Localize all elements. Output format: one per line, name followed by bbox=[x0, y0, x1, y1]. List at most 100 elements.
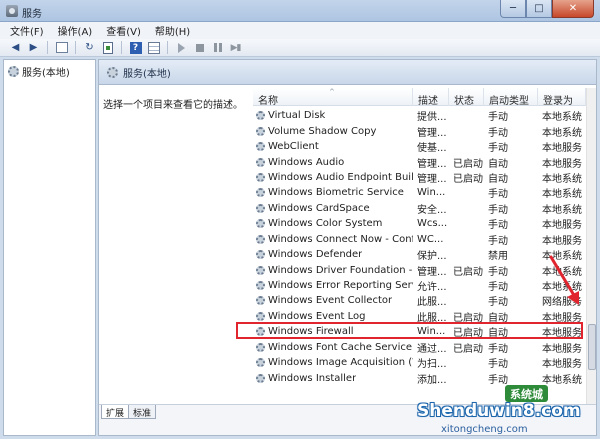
service-name: Windows Biometric Service bbox=[268, 187, 404, 199]
toolbar-separator bbox=[75, 41, 76, 54]
gear-icon bbox=[256, 111, 265, 121]
table-row[interactable]: Virtual Disk 提供... 手动 本地系统 bbox=[253, 108, 586, 123]
console-tree-icon bbox=[55, 42, 68, 53]
service-description: 管理... bbox=[417, 266, 447, 278]
table-row[interactable]: Windows Image Acquisition (WI... 为扫... 手动 本… bbox=[253, 355, 586, 370]
title-bar: 服务 ─ □ ✕ bbox=[0, 0, 600, 22]
service-name: Windows Event Log bbox=[268, 310, 366, 322]
service-name: Windows CardSpace bbox=[268, 202, 370, 214]
stop-service-button[interactable] bbox=[192, 41, 207, 55]
service-description: 保护... bbox=[417, 251, 447, 263]
table-row[interactable]: Windows Installer 添加... 手动 本地系统 bbox=[253, 370, 586, 386]
watermark-sub-text: xitongcheng.com bbox=[441, 424, 528, 435]
service-name-cell: Windows Event Log bbox=[253, 311, 413, 322]
properties-button[interactable] bbox=[146, 41, 161, 55]
service-description: 管理... bbox=[417, 127, 447, 139]
menu-help[interactable]: 帮助(H) bbox=[155, 23, 190, 38]
service-log-on-as: 本地服务 bbox=[542, 343, 582, 355]
service-name: Windows Event Collector bbox=[268, 295, 393, 307]
tree-node-services-local[interactable]: 服务(本地) bbox=[8, 64, 70, 79]
console-tree-button[interactable] bbox=[54, 41, 69, 55]
properties-icon bbox=[147, 41, 160, 54]
column-log-on-as[interactable]: 登录为 bbox=[538, 88, 586, 107]
table-row[interactable]: Windows Connect Now - Confi... WC... 手动 本地服… bbox=[253, 232, 586, 247]
column-name[interactable]: 名称 ^ bbox=[253, 88, 413, 107]
service-startup-type: 手动 bbox=[488, 374, 508, 386]
services-list[interactable]: 名称 ^ 描述 状态 启动类型 登录为 Virtual Disk 提供... 手动本… bbox=[253, 88, 596, 404]
table-row[interactable]: Windows Biometric Service Win... 手动 本地系统 bbox=[253, 185, 586, 200]
services-app-icon bbox=[6, 5, 18, 17]
gear-icon bbox=[256, 188, 265, 198]
play-icon bbox=[178, 42, 185, 53]
service-name: Windows Installer bbox=[268, 372, 357, 384]
service-log-on-as: 本地系统 bbox=[542, 127, 582, 139]
gear-icon bbox=[256, 234, 265, 244]
service-name: Windows Error Reporting Service bbox=[268, 280, 413, 292]
service-startup-type: 手动 bbox=[488, 235, 508, 247]
table-row[interactable]: Volume Shadow Copy 管理... 手动 本地系统 bbox=[253, 123, 586, 139]
annotation-arrow-icon bbox=[549, 255, 579, 305]
service-status: 已启动 bbox=[453, 343, 483, 355]
column-label: 名称 bbox=[258, 96, 278, 107]
back-button[interactable]: ◀ bbox=[8, 41, 23, 55]
service-status: 已启动 bbox=[453, 158, 483, 170]
forward-button[interactable]: ▶ bbox=[26, 41, 41, 55]
refresh-button[interactable]: ↻ bbox=[82, 41, 97, 55]
service-name: Windows Audio Endpoint Builder bbox=[268, 171, 413, 183]
menu-view[interactable]: 查看(V) bbox=[106, 23, 141, 38]
menu-file[interactable]: 文件(F) bbox=[10, 23, 44, 38]
service-log-on-as: 本地系统 bbox=[542, 374, 582, 386]
console-tree: 服务(本地) bbox=[3, 59, 96, 436]
service-startup-type: 手动 bbox=[488, 127, 508, 139]
restart-service-button[interactable]: ▶▮ bbox=[228, 41, 243, 55]
service-name-cell: Windows Audio bbox=[253, 157, 413, 168]
table-row[interactable]: Windows CardSpace 安全... 手动 本地系统 bbox=[253, 201, 586, 216]
table-row[interactable]: Windows Audio Endpoint Builder 管理... 已启动自动… bbox=[253, 170, 586, 185]
tab-standard[interactable]: 标准 bbox=[128, 405, 157, 419]
service-startup-type: 手动 bbox=[488, 143, 508, 155]
minimize-button[interactable]: ─ bbox=[500, 0, 526, 18]
help-button[interactable]: ? bbox=[128, 41, 143, 55]
service-description: Wcs... bbox=[417, 218, 448, 230]
service-description: 允许... bbox=[417, 282, 447, 294]
gear-icon bbox=[256, 203, 265, 213]
table-row[interactable]: Windows Defender 保护... 禁用 本地系统 bbox=[253, 247, 586, 262]
close-button[interactable]: ✕ bbox=[552, 0, 594, 18]
service-description: 提供... bbox=[417, 112, 447, 124]
toolbar-separator bbox=[167, 41, 168, 54]
service-description: Win... bbox=[417, 187, 446, 199]
table-row[interactable]: WebClient 使基... 手动 本地服务 bbox=[253, 139, 586, 154]
service-name-cell: Windows Audio Endpoint Builder bbox=[253, 172, 413, 183]
table-row[interactable]: Windows Event Collector 此服... 手动 网络服务 bbox=[253, 293, 586, 308]
table-row[interactable]: Windows Color System Wcs... 手动 本地服务 bbox=[253, 216, 586, 231]
table-row[interactable]: Windows Error Reporting Service允许...手动本地… bbox=[253, 278, 586, 293]
service-status: 已启动 bbox=[453, 173, 483, 185]
export-list-button[interactable] bbox=[100, 41, 115, 55]
column-description[interactable]: 描述 bbox=[413, 88, 449, 107]
menu-action[interactable]: 操作(A) bbox=[58, 23, 93, 38]
gear-icon bbox=[256, 265, 265, 275]
service-name-cell: Virtual Disk bbox=[253, 110, 413, 121]
service-description: WC... bbox=[417, 233, 444, 245]
service-log-on-as: 本地系统 bbox=[542, 173, 582, 185]
table-row[interactable]: Windows Driver Foundation - U... 管理... 已启动… bbox=[253, 262, 586, 278]
maximize-button[interactable]: □ bbox=[526, 0, 552, 18]
service-startup-type: 手动 bbox=[488, 297, 508, 309]
tree-node-label: 服务(本地) bbox=[22, 68, 70, 79]
table-row[interactable]: Windows Font Cache Service 通过... 已启动 手动 本地服务 bbox=[253, 340, 586, 355]
column-startup-type[interactable]: 启动类型 bbox=[484, 88, 538, 107]
tab-extended[interactable]: 扩展 bbox=[101, 405, 130, 419]
gear-icon bbox=[8, 66, 19, 77]
table-row[interactable]: Windows Audio 管理... 已启动 自动 本地服务 bbox=[253, 154, 586, 170]
service-startup-type: 禁用 bbox=[488, 251, 508, 263]
service-startup-type: 手动 bbox=[488, 189, 508, 201]
vertical-scrollbar[interactable] bbox=[586, 88, 596, 404]
start-service-button[interactable] bbox=[174, 41, 189, 55]
service-description: 管理... bbox=[417, 158, 447, 170]
service-name: Volume Shadow Copy bbox=[268, 125, 377, 137]
service-description: 添加... bbox=[417, 374, 447, 386]
service-name-cell: Windows Image Acquisition (WI... bbox=[253, 357, 413, 368]
scrollbar-thumb[interactable] bbox=[588, 324, 596, 370]
column-status[interactable]: 状态 bbox=[449, 88, 484, 107]
pause-service-button[interactable] bbox=[210, 41, 225, 55]
